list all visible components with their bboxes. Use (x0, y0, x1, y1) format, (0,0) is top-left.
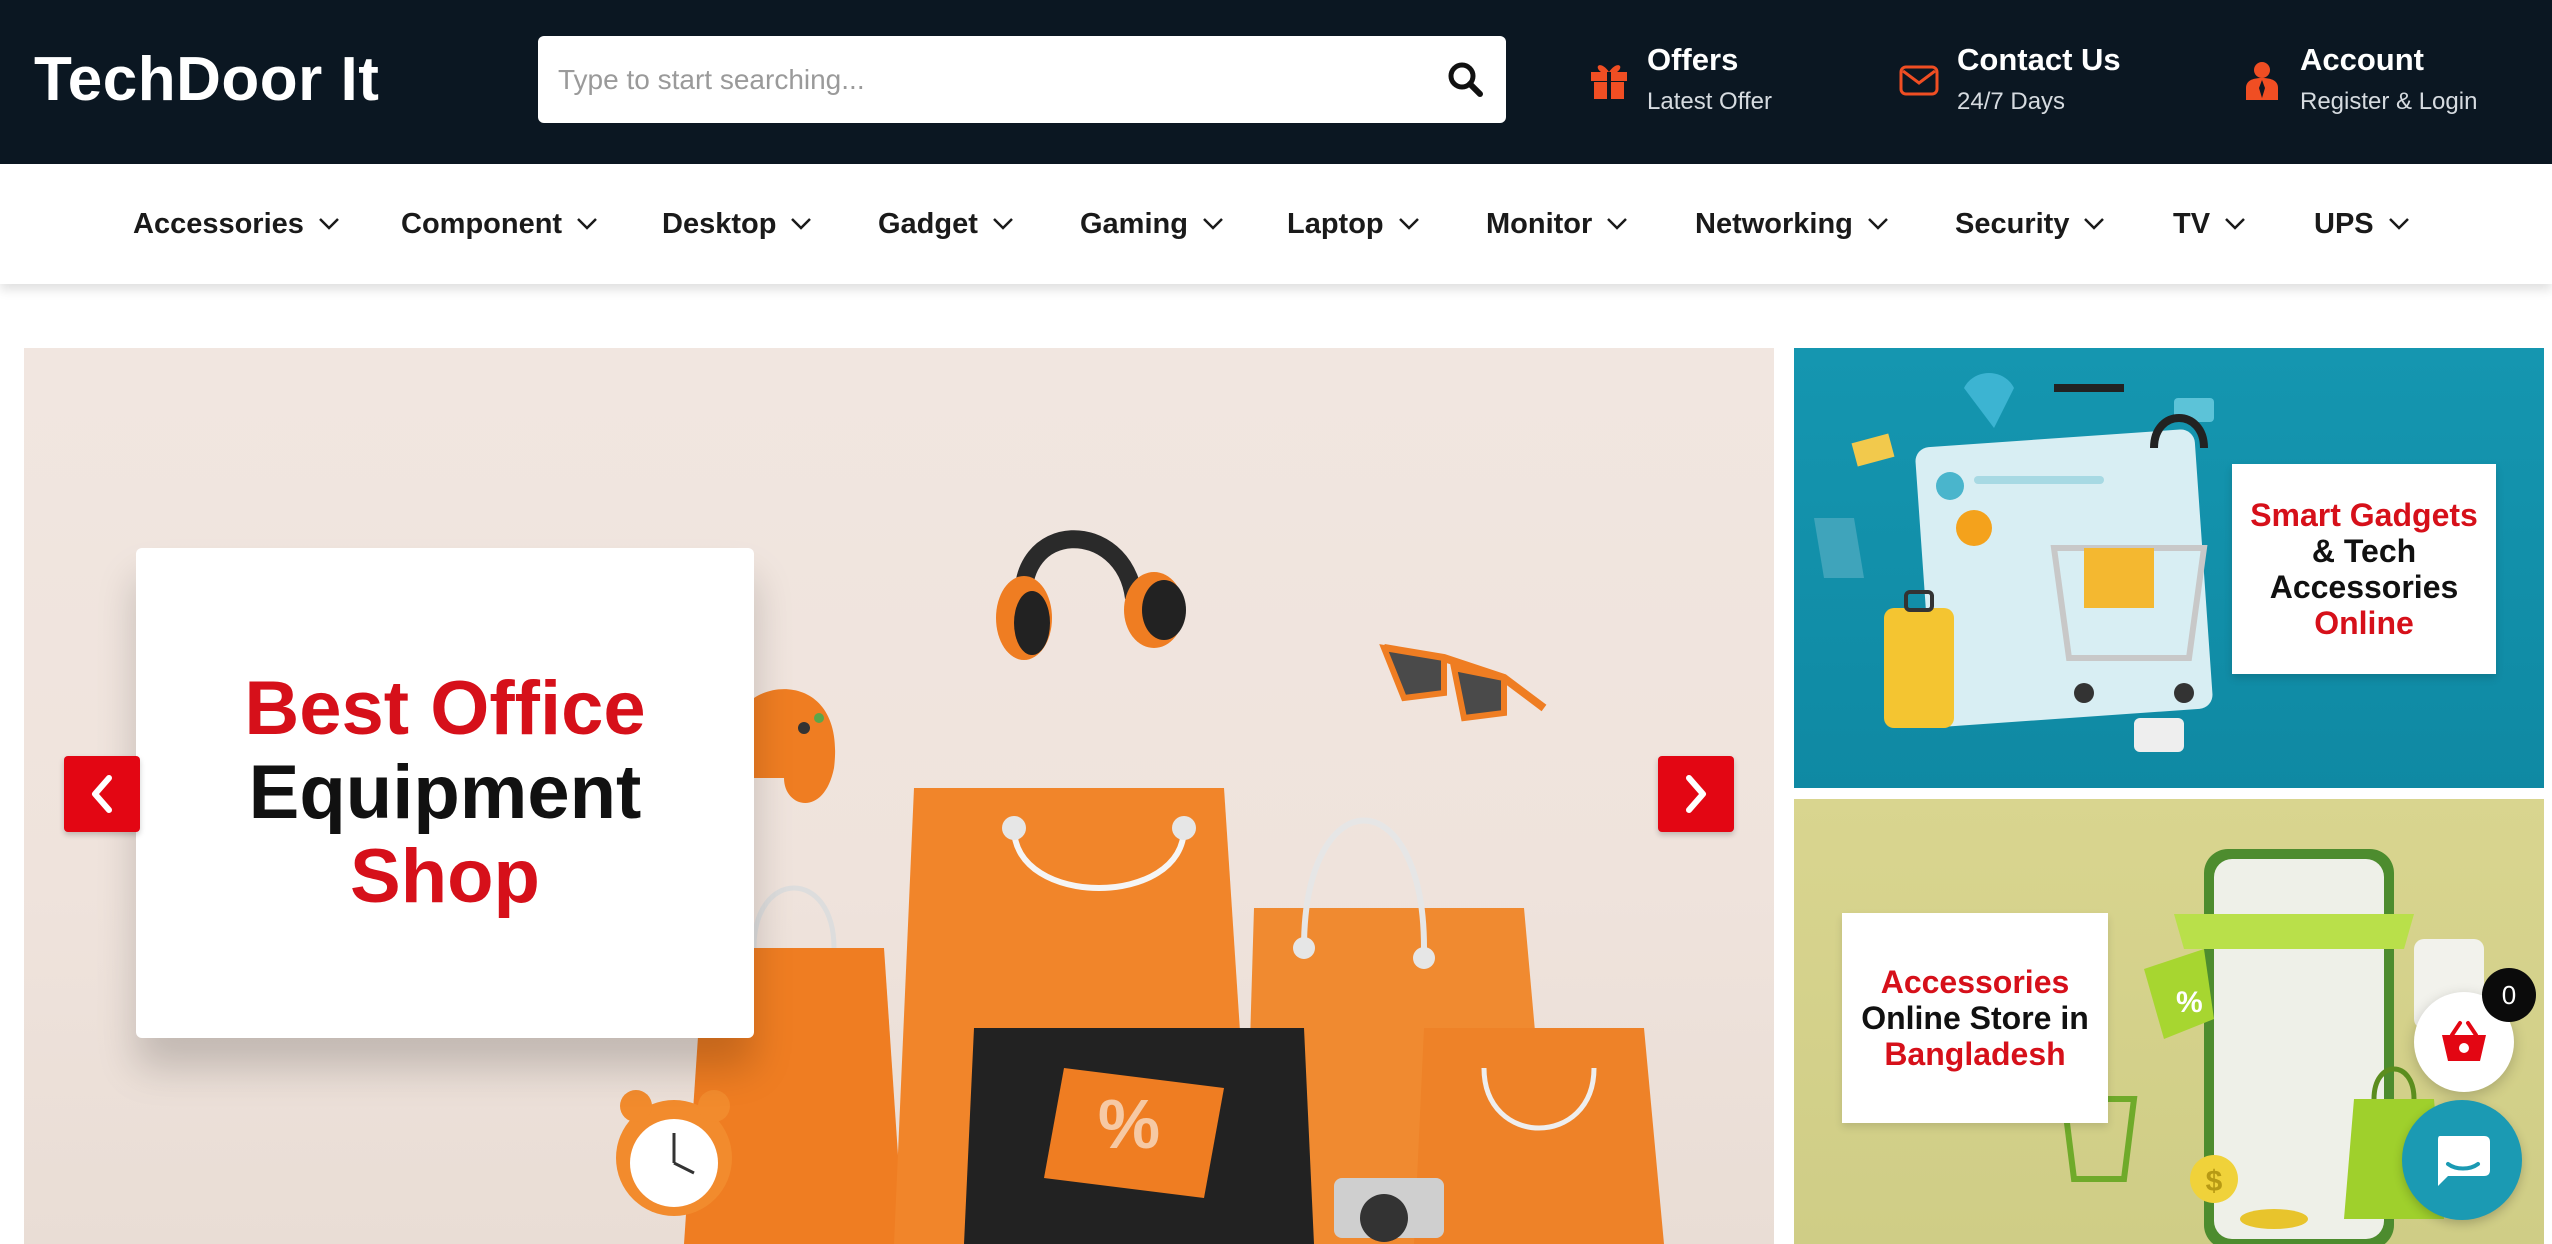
site-logo[interactable]: TechDoor It (34, 44, 379, 116)
nav-item-label: Laptop (1287, 207, 1384, 240)
svg-text:%: % (2176, 986, 2203, 1019)
account-title: Account (2300, 42, 2424, 77)
gadgets-line1: Smart Gadgets (2250, 497, 2478, 533)
accessories-line2: Online Store in (1861, 1000, 2089, 1036)
chevron-down-icon (2225, 218, 2245, 230)
hero-title-line3: Shop (350, 834, 540, 919)
slider-next-button[interactable] (1658, 756, 1734, 832)
svg-text:$: $ (2206, 1165, 2223, 1198)
cart-count-badge: 0 (2482, 968, 2536, 1022)
chat-button[interactable] (2402, 1100, 2522, 1220)
nav-item-label: Security (1955, 207, 2070, 240)
user-icon (2240, 58, 2284, 102)
search-input[interactable] (558, 36, 1418, 123)
account-link[interactable]: Account Register & Login (2240, 40, 2520, 124)
nav-item-label: TV (2173, 207, 2211, 240)
chevron-right-icon (1686, 775, 1706, 813)
top-header: TechDoor It Offers Latest Offer (0, 0, 2552, 164)
envelope-icon (1897, 58, 1941, 102)
chevron-down-icon (1868, 218, 1888, 230)
nav-item-laptop[interactable]: Laptop (1287, 204, 1420, 244)
chevron-down-icon (1607, 218, 1628, 230)
nav-item-label: Monitor (1486, 207, 1593, 240)
nav-item-networking[interactable]: Networking (1695, 204, 1889, 244)
nav-item-label: Gadget (878, 207, 978, 240)
chevron-down-icon (577, 218, 597, 230)
chevron-down-icon (2388, 218, 2409, 230)
category-nav: Accessories Component Desktop Gadget Gam… (0, 164, 2552, 284)
nav-item-label: Component (401, 207, 563, 240)
offers-title: Offers (1647, 42, 1739, 77)
gadgets-line3: Accessories (2269, 569, 2459, 605)
nav-item-tv[interactable]: TV (2173, 204, 2246, 244)
chevron-down-icon (993, 218, 1013, 230)
nav-item-gaming[interactable]: Gaming (1080, 204, 1224, 244)
side-banner-gadgets[interactable]: Smart Gadgets & Tech Accessories Online (1794, 348, 2544, 788)
accessories-line3: Bangladesh (1884, 1036, 2066, 1072)
nav-item-accessories[interactable]: Accessories (133, 204, 340, 244)
chevron-down-icon (791, 218, 812, 230)
nav-item-label: Gaming (1080, 207, 1188, 240)
svg-text:%: % (1098, 1085, 1160, 1163)
chevron-left-icon (92, 775, 112, 813)
nav-item-monitor[interactable]: Monitor (1486, 204, 1628, 244)
hero-title-line2: Equipment (248, 750, 642, 835)
nav-item-label: Accessories (133, 207, 304, 240)
nav-item-desktop[interactable]: Desktop (662, 204, 812, 244)
chevron-down-icon (1398, 218, 1419, 230)
gift-icon (1587, 58, 1631, 102)
offers-link[interactable]: Offers Latest Offer (1587, 40, 1807, 124)
accessories-title-card: Accessories Online Store in Bangladesh (1842, 913, 2108, 1123)
chevron-down-icon (1203, 218, 1223, 230)
nav-item-label: Desktop (662, 207, 777, 240)
account-subtitle: Register & Login (2300, 88, 2478, 115)
contact-link[interactable]: Contact Us 24/7 Days (1897, 40, 2157, 124)
offers-subtitle: Latest Offer (1647, 88, 1772, 115)
search-icon[interactable] (1440, 54, 1492, 106)
nav-item-component[interactable]: Component (401, 204, 598, 244)
chat-bubble-icon (2438, 1136, 2490, 1186)
basket-icon (2442, 1021, 2486, 1061)
chevron-down-icon (319, 218, 339, 230)
nav-item-gadget[interactable]: Gadget (878, 204, 1014, 244)
nav-item-label: UPS (2314, 207, 2374, 240)
search-bar (538, 36, 1506, 123)
chevron-down-icon (2084, 218, 2105, 230)
contact-title: Contact Us (1957, 42, 2121, 77)
nav-item-label: Networking (1695, 207, 1853, 240)
hero-title-line1: Best Office (244, 666, 646, 751)
hero-slider[interactable]: % Best Office Equipment Shop (24, 348, 1774, 1244)
gadgets-line2: & Tech (2311, 533, 2417, 569)
contact-subtitle: 24/7 Days (1957, 88, 2066, 115)
gadgets-title-card: Smart Gadgets & Tech Accessories Online (2232, 464, 2496, 674)
nav-item-security[interactable]: Security (1955, 204, 2105, 244)
accessories-line1: Accessories (1880, 964, 2070, 1000)
nav-item-ups[interactable]: UPS (2314, 204, 2410, 244)
slider-prev-button[interactable] (64, 756, 140, 832)
gadgets-line4: Online (2314, 605, 2414, 641)
hero-title-card: Best Office Equipment Shop (136, 548, 754, 1038)
